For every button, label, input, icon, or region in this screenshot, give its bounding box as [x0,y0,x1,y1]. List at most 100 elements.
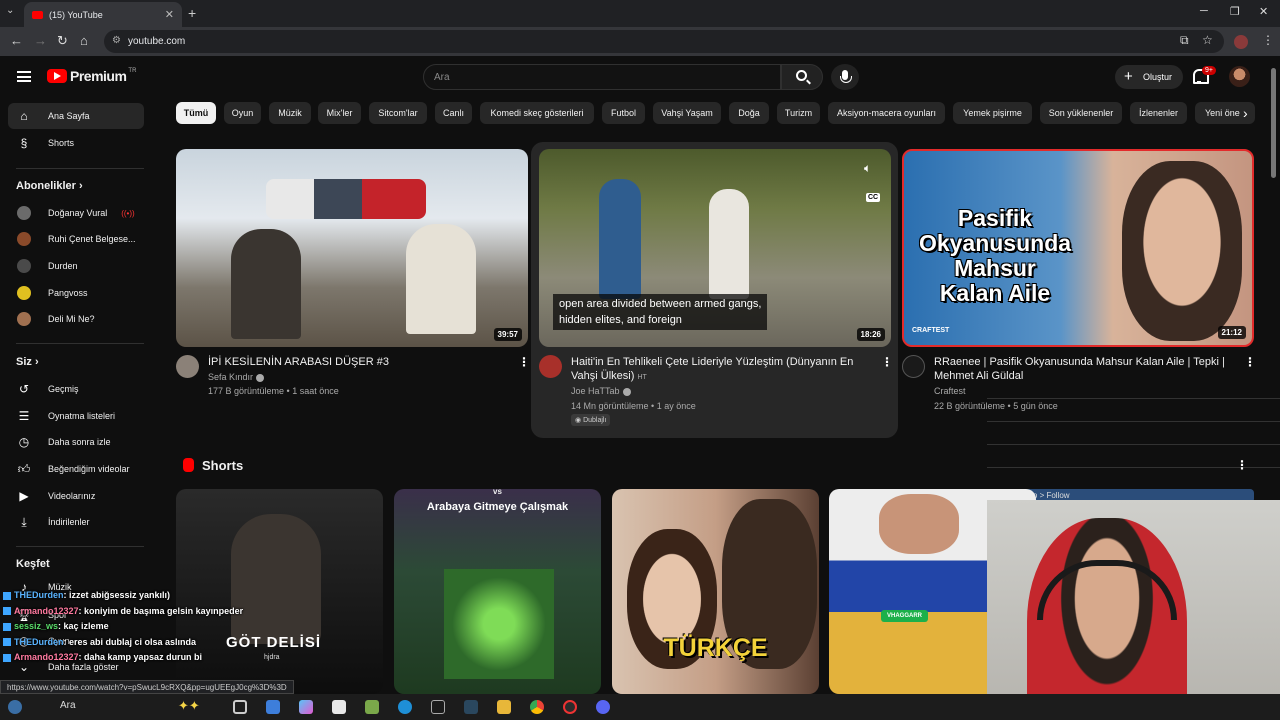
profile-icon[interactable] [1234,35,1248,49]
sidebar-item-your-videos[interactable]: ▶ Videolarınız [8,483,144,509]
sidebar-item-liked[interactable]: 👍︎ Beğendiğim videolar [8,456,144,482]
address-bar[interactable]: ⚙ youtube.com [104,30,1224,53]
search-button[interactable] [781,64,823,90]
chat-user: Armando12327 [14,605,79,616]
channel-avatar[interactable] [902,355,925,378]
chip[interactable]: Müzik [269,102,311,124]
app-icon[interactable] [266,700,280,714]
restore-icon[interactable]: ❐ [1230,5,1240,18]
site-info-icon[interactable]: ⚙ [112,35,121,46]
chip[interactable]: Mix'ler [318,102,361,124]
sidebar-item-playlists[interactable]: ☰ Oynatma listeleri [8,403,144,429]
channel-name[interactable]: Sefa Kındır [208,370,265,385]
more-options-icon[interactable]: ⋮ [881,355,893,369]
chat-text: : eres abi dublaj ci olsa aslında [63,636,197,647]
chip[interactable]: Canlı [435,102,472,124]
chip[interactable]: Turizm [777,102,820,124]
video-thumbnail[interactable]: Pasifik Okyanusunda Mahsur Kalan Aile CR… [902,149,1254,347]
you-heading[interactable]: Siz › [16,356,39,368]
plus-icon: + [1124,68,1133,85]
browser-tab[interactable]: (15) YouTube ✕ [24,2,182,27]
video-thumbnail[interactable]: CC 🔈︎ open area divided between armed ga… [539,149,891,347]
chat-user: THEDurden [14,590,64,600]
short-thumbnail[interactable]: vs Arabaya Gitmeye Çalışmak [394,489,601,694]
edge-icon[interactable] [398,700,412,714]
new-tab-icon[interactable]: + [188,5,196,21]
chrome-icon[interactable] [530,700,544,714]
search-input[interactable]: Ara [423,64,781,90]
chip[interactable]: Futbol [602,102,645,124]
chip[interactable]: Aksiyon-macera oyunları [828,102,945,124]
cc-icon[interactable]: CC [866,193,881,202]
task-view-icon[interactable] [233,700,247,714]
sidebar-item-home[interactable]: ⌂ Ana Sayfa [8,103,144,129]
home-button-icon[interactable]: ⌂ [80,33,88,48]
install-icon[interactable]: ⧉ [1180,33,1189,48]
chip[interactable]: Doğa [729,102,769,124]
video-title[interactable]: İPİ KESİLENİN ARABASI DÜŞER #3 [208,355,508,369]
close-window-icon[interactable]: ✕ [1259,5,1268,18]
sidebar-item-subscription[interactable]: Pangvoss [8,280,144,306]
close-tab-icon[interactable]: ✕ [165,8,174,21]
divider [16,546,144,547]
person-image [231,229,301,339]
sidebar-item-label: Daha sonra izle [48,437,111,447]
more-options-icon[interactable]: ⋮ [518,355,530,369]
more-options-icon[interactable]: ⋮ [1244,355,1256,369]
sidebar-item-subscription[interactable]: Deli Mi Ne? [8,306,144,332]
page-scrollbar[interactable] [1271,68,1276,178]
short-overlay-text: VHAGGARR [881,610,929,622]
back-icon[interactable]: ← [10,33,23,48]
menu-icon[interactable] [17,71,31,82]
create-button[interactable]: + Oluştur [1115,65,1183,89]
steam-icon[interactable] [464,700,478,714]
live-icon: ((•)) [121,208,135,218]
weather-icon[interactable] [8,700,22,714]
capcut-icon[interactable] [431,700,445,714]
sidebar-item-watch-later[interactable]: ◷ Daha sonra izle [8,429,144,455]
folder-icon[interactable] [497,700,511,714]
channel-avatar[interactable] [176,355,199,378]
browser-menu-icon[interactable]: ⋮ [1262,33,1274,47]
chip[interactable]: Oyun [224,102,261,124]
minimize-icon[interactable]: ─ [1200,5,1208,17]
app-icon[interactable] [365,700,379,714]
discord-icon[interactable] [596,700,610,714]
short-thumbnail[interactable]: TÜRKÇE [612,489,819,694]
reload-icon[interactable]: ↻ [57,33,68,49]
video-thumbnail[interactable]: 39:57 [176,149,528,347]
chip[interactable]: Vahşi Yaşam [653,102,721,124]
chip[interactable]: Sitcom'lar [369,102,427,124]
sidebar-item-subscription[interactable]: Durden [8,253,144,279]
sidebar-item-shorts[interactable]: § Shorts [8,130,144,156]
chip[interactable]: İzlenenler [1130,102,1187,124]
voice-search-icon[interactable] [831,64,859,90]
chip[interactable]: Yemek pişirme [953,102,1032,124]
store-icon[interactable] [332,700,346,714]
subscriptions-heading[interactable]: Abonelikler › [16,180,83,192]
sidebar-item-subscription[interactable]: Ruhi Çenet Belgese... [8,226,144,252]
avatar[interactable] [1229,66,1250,87]
chips-next-icon[interactable]: › [1243,105,1248,121]
video-title[interactable]: Haiti'in En Tehlikeli Çete Lideriyle Yüz… [571,355,876,385]
shorts-more-icon[interactable]: ⋮ [1236,458,1248,472]
channel-name[interactable]: Craftest [934,384,966,399]
youtube-logo[interactable]: Premium TR [47,68,136,84]
taskbar-search[interactable]: Ara [60,700,76,711]
sidebar-item-subscription[interactable]: Doğanay Vural ((•)) [8,200,144,226]
tab-search-icon[interactable]: ⌄ [6,5,14,16]
chip[interactable]: Komedi skeç gösterileri [480,102,594,124]
chip-all[interactable]: Tümü [176,102,216,124]
video-title[interactable]: RRaenee | Pasifik Okyanusunda Mahsur Kal… [934,355,1234,383]
copilot-icon[interactable] [299,700,313,714]
mute-icon[interactable]: 🔈︎ [864,161,871,176]
channel-avatar[interactable] [539,355,562,378]
channel-name[interactable]: Joe HaTTab [571,384,631,399]
sidebar-item-history[interactable]: ↺ Geçmiş [8,376,144,402]
sidebar-item-label: Shorts [48,138,75,148]
bookmark-star-icon[interactable]: ☆ [1202,33,1213,47]
forward-icon[interactable]: → [34,33,47,48]
obs-icon[interactable] [563,700,577,714]
chip[interactable]: Son yüklenenler [1040,102,1122,124]
sidebar-item-downloads[interactable]: ⤓ İndirilenler [8,509,144,535]
